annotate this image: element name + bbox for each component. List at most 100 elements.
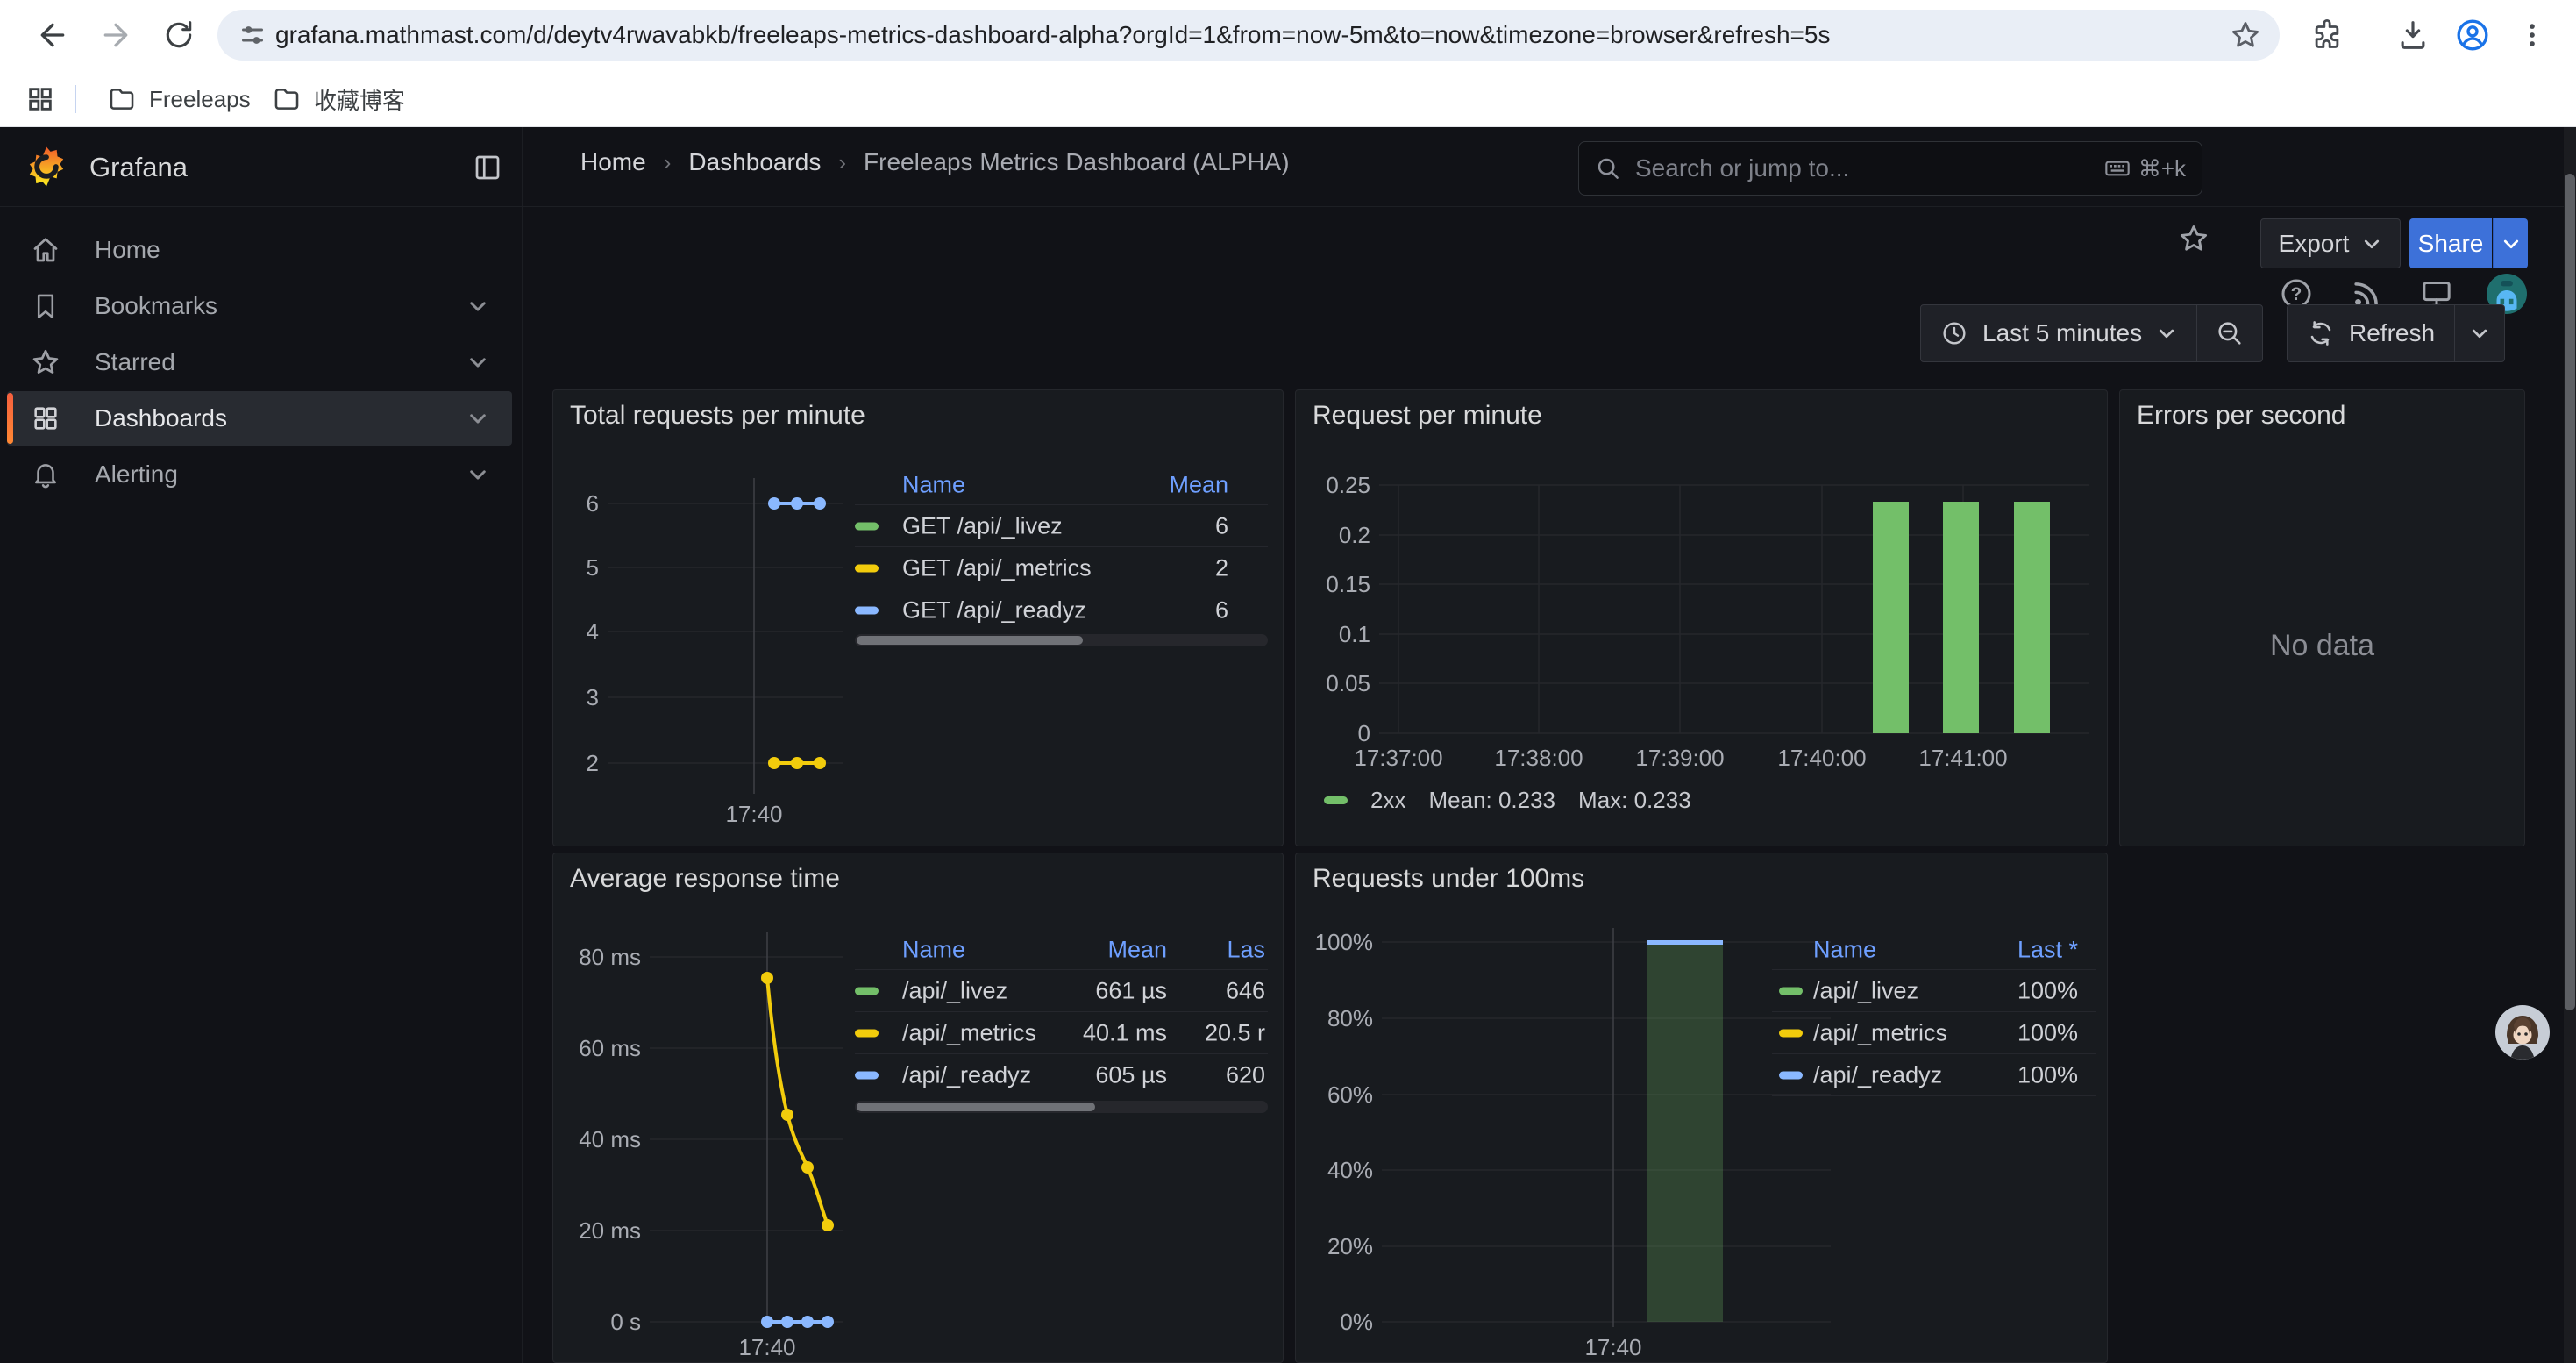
favorite-dashboard-button[interactable] [2174,219,2213,258]
series-last: 620 [1226,1061,1265,1088]
zoom-out-time-button[interactable] [2197,318,2262,348]
breadcrumb-separator: › [838,149,846,176]
legend-row[interactable]: /api/_livez 661 µs 646 [855,969,1268,1011]
bookmark-folder-label: Freeleaps [149,86,251,113]
svg-text:60%: 60% [1327,1081,1373,1108]
sidebar-item-alerting[interactable]: Alerting [7,447,512,502]
svg-text:20 ms: 20 ms [579,1217,641,1244]
assistant-avatar[interactable] [2494,1004,2551,1060]
bookmark-folder-freeleaps[interactable]: Freeleaps [95,78,263,120]
sidebar-item-dashboards[interactable]: Dashboards [7,391,512,446]
legend-series-name[interactable]: 2xx [1370,787,1405,814]
breadcrumb-dashboards[interactable]: Dashboards [688,148,821,176]
legend-row[interactable]: /api/_readyz 100% [1772,1053,2096,1096]
bookmark-folder-blogs[interactable]: 收藏博客 [260,78,417,120]
downloads-button[interactable] [2392,14,2434,56]
svg-text:80 ms: 80 ms [579,944,641,970]
sidebar: Grafana Home Bookmarks Starred Das [0,127,523,1363]
legend-row[interactable]: /api/_readyz 605 µs 620 [855,1053,1268,1095]
extensions-button[interactable] [2306,14,2348,56]
page-scrollbar-thumb[interactable] [2565,174,2575,1010]
svg-text:17:40: 17:40 [1584,1334,1641,1360]
apps-grid-button[interactable] [21,82,60,117]
svg-text:60 ms: 60 ms [579,1035,641,1061]
chevron-down-icon [2361,233,2382,254]
chevron-down-icon[interactable] [466,351,489,374]
forward-button[interactable] [95,14,137,56]
share-button[interactable]: Share [2409,218,2492,268]
column-header-name[interactable]: Name [902,937,965,964]
panel-title[interactable]: Errors per second [2137,401,2345,431]
legend-scrollbar[interactable] [855,634,1268,646]
legend-table: Name Mean GET /api/_livez 6 GET /api/_me… [855,466,1268,631]
sidebar-item-bookmarks[interactable]: Bookmarks [7,279,512,333]
home-icon [26,234,65,266]
sidebar-item-label: Alerting [95,460,466,489]
legend-row[interactable]: /api/_metrics 40.1 ms 20.5 r [855,1011,1268,1053]
grafana-header: Home › Dashboards › Freeleaps Metrics Da… [0,127,2576,207]
column-header-last[interactable]: Las [1227,937,1265,964]
series-swatch-green [1779,987,1803,995]
bell-icon [26,460,65,489]
back-button[interactable] [32,14,74,56]
time-range-group: Last 5 minutes [1920,304,2263,362]
bookmark-star-icon[interactable] [2229,18,2262,52]
reload-button[interactable] [158,14,200,56]
series-swatch-yellow [1779,1029,1803,1037]
legend-row[interactable]: /api/_metrics 100% [1772,1011,2096,1053]
chevron-down-icon [2156,323,2177,344]
legend-mean: Mean: 0.233 [1428,787,1555,814]
legend-row[interactable]: GET /api/_readyz 6 [855,589,1268,631]
column-header-mean[interactable]: Mean [1169,472,1228,499]
time-range-picker[interactable]: Last 5 minutes [1921,319,2196,347]
export-button[interactable]: Export [2260,218,2401,268]
series-swatch-yellow [855,1029,879,1037]
column-header-last[interactable]: Last * [2017,937,2078,964]
sidebar-item-label: Dashboards [95,404,466,432]
svg-text:5: 5 [587,554,599,581]
legend-scrollbar-thumb[interactable] [857,1103,1095,1111]
profile-button[interactable] [2451,14,2494,56]
folder-icon [107,84,137,114]
svg-text:?: ? [2291,284,2302,304]
chevron-down-icon[interactable] [466,463,489,486]
legend-scrollbar[interactable] [855,1101,1268,1113]
omnibox[interactable] [217,10,2280,61]
breadcrumb-home[interactable]: Home [580,148,646,176]
breadcrumb-separator: › [664,149,672,176]
export-label: Export [2279,230,2350,258]
column-header-name[interactable]: Name [1813,937,1876,964]
legend-table: Name Last * /api/_livez 100% /api/_metri… [1772,931,2096,1096]
legend-row[interactable]: GET /api/_livez 6 [855,504,1268,546]
url-input[interactable] [268,21,2229,49]
legend-scrollbar-thumb[interactable] [857,636,1083,645]
no-data-message: No data [2120,629,2524,663]
legend-table: Name Mean Las /api/_livez 661 µs 646 /ap… [855,931,1268,1095]
legend-row[interactable]: /api/_livez 100% [1772,969,2096,1011]
chevron-down-icon[interactable] [466,295,489,318]
star-outline-icon [2177,222,2210,255]
share-menu-button[interactable] [2493,218,2528,268]
sidebar-item-label: Starred [95,348,466,376]
legend-row[interactable]: GET /api/_metrics 2 [855,546,1268,589]
screen: Freeleaps 收藏博客 Grafana Ho [0,0,2576,1363]
series-name: /api/_readyz [902,1061,1031,1088]
search-box[interactable]: ⌘+k [1578,141,2202,196]
column-header-name[interactable]: Name [902,472,965,499]
refresh-interval-button[interactable] [2455,323,2504,344]
refresh-button[interactable]: Refresh [2288,319,2454,347]
browser-menu-button[interactable] [2511,14,2553,56]
legend-header: Name Mean [855,466,1268,504]
sidebar-item-home[interactable]: Home [7,223,512,277]
column-header-mean[interactable]: Mean [1107,937,1167,964]
panel-requests-under-100ms: Requests under 100ms 100% 80% 60% 40% 20… [1295,853,2108,1363]
star-icon [26,346,65,378]
svg-text:17:40:00: 17:40:00 [1777,745,1866,771]
sidebar-item-starred[interactable]: Starred [7,335,512,389]
chevron-down-icon[interactable] [466,407,489,430]
series-mean: 6 [1215,596,1228,624]
search-input[interactable] [1633,153,2091,183]
site-info-icon[interactable] [237,19,268,51]
series-swatch-green [855,522,879,530]
series-swatch-green [855,987,879,995]
